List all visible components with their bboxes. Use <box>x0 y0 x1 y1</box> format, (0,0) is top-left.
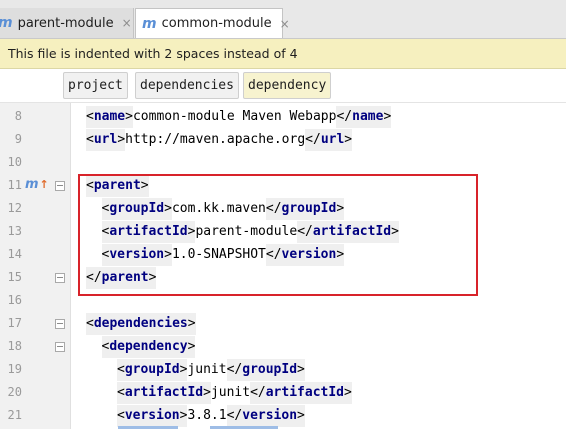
line-number: 8 <box>14 109 22 123</box>
xml-tag: <name> <box>86 106 133 128</box>
xml-tag: </url> <box>305 129 353 151</box>
indentation-notice: This file is indented with 2 spaces inst… <box>0 39 566 69</box>
highlight-box <box>78 174 478 296</box>
line-number: 15 <box>7 270 22 284</box>
line-number: 11 <box>7 178 22 192</box>
fold-toggle-icon[interactable] <box>55 181 65 191</box>
xml-tag: <url> <box>86 129 126 151</box>
line-number: 21 <box>7 408 22 422</box>
xml-tag: </artifactId> <box>250 382 352 404</box>
xml-text: junit <box>210 385 251 400</box>
tab-parent-module[interactable]: m parent-module × <box>0 8 134 38</box>
tab-label: common-module <box>161 16 272 31</box>
xml-text: 3.8.1 <box>187 408 227 423</box>
code-line[interactable]: <dependency> <box>101 336 196 358</box>
code-line[interactable]: <url>http://maven.apache.org</url> <box>86 129 353 151</box>
tab-common-module[interactable]: m common-module × <box>135 8 290 38</box>
tab-label: parent-module <box>17 15 114 31</box>
xml-tag: <version> <box>117 405 188 427</box>
xml-tag: </groupId> <box>226 359 305 381</box>
fold-toggle-icon[interactable] <box>55 319 65 329</box>
xml-text: common-module Maven Webapp <box>132 109 337 124</box>
xml-tag: <dependency> <box>101 336 196 358</box>
gutter-divider <box>70 103 71 429</box>
fold-toggle-icon[interactable] <box>55 273 65 283</box>
breadcrumb: project dependencies dependency <box>0 70 566 103</box>
fold-toggle-icon[interactable] <box>55 342 65 352</box>
line-number: 10 <box>7 155 22 169</box>
breadcrumb-project[interactable]: project <box>63 72 128 99</box>
line-number: 16 <box>7 293 22 307</box>
line-number: 14 <box>7 247 22 261</box>
close-icon[interactable]: × <box>122 16 132 30</box>
maven-override-icon[interactable]: m↑ <box>25 177 49 192</box>
code-line[interactable]: <groupId>junit</groupId> <box>117 359 305 381</box>
breadcrumb-dependencies[interactable]: dependencies <box>135 72 239 99</box>
breadcrumb-dependency[interactable]: dependency <box>243 72 332 99</box>
line-number: 18 <box>7 339 22 353</box>
line-number: 13 <box>7 224 22 238</box>
code-line[interactable]: <dependencies> <box>86 313 196 335</box>
editor-gutter <box>0 103 70 429</box>
line-number: 9 <box>14 132 22 146</box>
line-number: 20 <box>7 385 22 399</box>
maven-m-icon: m <box>142 15 157 32</box>
xml-tag: </name> <box>336 106 392 128</box>
code-line[interactable]: <version>3.8.1</version> <box>117 405 305 427</box>
line-number: 12 <box>7 201 22 215</box>
xml-tag: <artifactId> <box>117 382 211 404</box>
line-number: 19 <box>7 362 22 376</box>
editor-tab-bar: m parent-module × m common-module × <box>0 0 566 39</box>
line-number: 17 <box>7 316 22 330</box>
maven-m-icon: m <box>0 15 13 31</box>
code-line[interactable]: <artifactId>junit</artifactId> <box>117 382 352 404</box>
xml-text: http://maven.apache.org <box>125 132 306 147</box>
close-icon[interactable]: × <box>280 17 290 31</box>
xml-tag: </version> <box>226 405 305 427</box>
xml-text: junit <box>187 362 227 377</box>
xml-tag: <groupId> <box>117 359 188 381</box>
code-line[interactable]: <name>common-module Maven Webapp</name> <box>86 106 392 128</box>
xml-tag: <dependencies> <box>86 313 196 335</box>
